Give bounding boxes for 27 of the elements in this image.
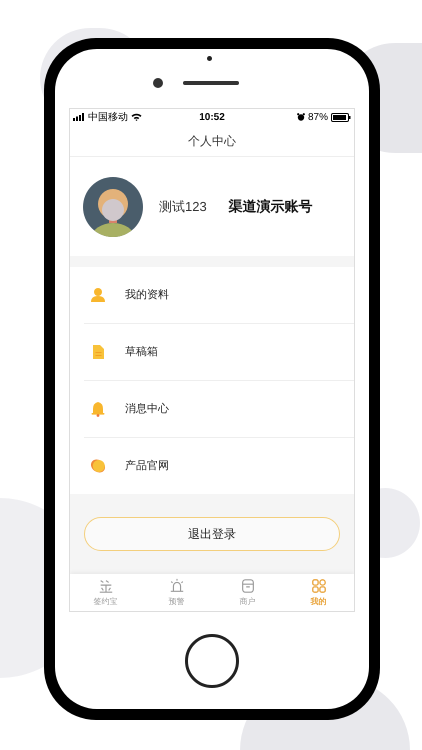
menu-item[interactable]: 产品官网 [70, 438, 354, 494]
speaker-icon [183, 81, 239, 85]
alarm-icon [296, 113, 305, 121]
logout-button[interactable]: 退出登录 [84, 517, 340, 551]
clock-time: 10:52 [199, 110, 225, 124]
shop-icon [240, 578, 256, 594]
menu-item[interactable]: 消息中心 [70, 381, 354, 437]
sensor-icon [207, 56, 212, 61]
user-name: 测试123 [159, 198, 207, 216]
planet-icon [90, 458, 106, 474]
account-name: 渠道演示账号 [228, 197, 313, 216]
menu-item[interactable]: 草稿箱 [70, 324, 354, 380]
document-icon [90, 344, 106, 360]
camera-icon [153, 78, 163, 88]
person-icon [90, 287, 106, 303]
signal-icon [73, 113, 85, 121]
grid-icon [310, 578, 326, 594]
carrier-name: 中国移动 [88, 110, 128, 124]
sign-icon [98, 578, 114, 594]
bell-icon [90, 401, 106, 417]
home-button[interactable] [185, 634, 239, 688]
battery-icon [330, 112, 351, 122]
battery-percent: 87% [308, 110, 328, 124]
siren-icon [168, 578, 184, 594]
menu-item[interactable]: 我的资料 [70, 267, 354, 323]
wifi-icon [131, 113, 142, 121]
page-title: 个人中心 [188, 132, 236, 150]
